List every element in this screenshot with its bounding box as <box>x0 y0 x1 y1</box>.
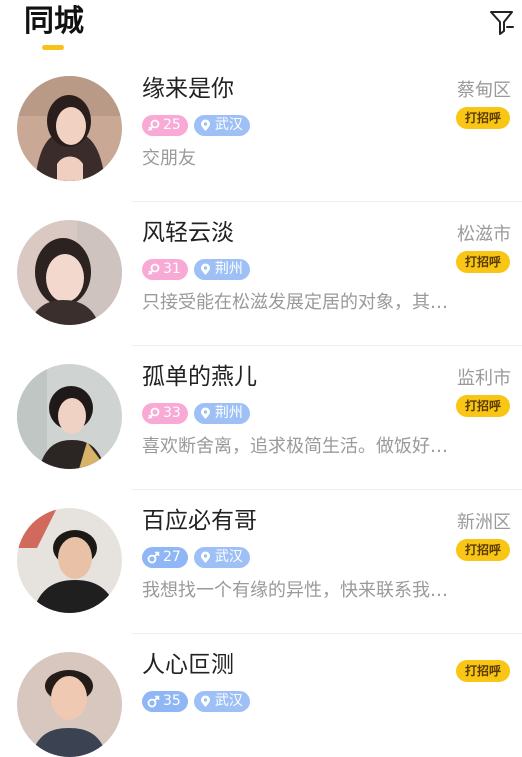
female-icon <box>147 407 160 420</box>
list-item[interactable]: 缘来是你 25 武汉 交朋友 蔡甸区 打招呼 <box>0 58 522 202</box>
male-icon <box>147 695 160 708</box>
avatar[interactable] <box>17 508 122 613</box>
location-badge: 荆州 <box>193 259 250 280</box>
female-icon <box>147 119 160 132</box>
greet-button[interactable]: 打招呼 <box>456 539 510 561</box>
age-badge: 35 <box>142 691 188 712</box>
male-icon <box>147 551 160 564</box>
location-badge: 武汉 <box>193 691 250 712</box>
location-badge: 荆州 <box>193 403 250 424</box>
user-name: 孤单的燕儿 <box>142 364 257 390</box>
avatar[interactable] <box>17 652 122 757</box>
city-value: 武汉 <box>214 693 243 709</box>
age-badge: 25 <box>142 115 188 136</box>
location-pin-icon <box>199 263 212 276</box>
city-value: 武汉 <box>214 549 243 565</box>
user-list: 缘来是你 25 武汉 交朋友 蔡甸区 打招呼 风轻云淡 31 荆州 只接受能在松… <box>0 58 522 757</box>
district-label: 蔡甸区 <box>457 80 511 101</box>
age-value: 27 <box>163 549 181 565</box>
city-value: 荆州 <box>214 405 243 421</box>
list-item[interactable]: 风轻云淡 31 荆州 只接受能在松滋发展定居的对象，其… 松滋市 打招呼 <box>0 202 522 346</box>
user-name: 缘来是你 <box>142 76 234 102</box>
user-bio: 交朋友 <box>142 148 196 169</box>
avatar[interactable] <box>17 76 122 181</box>
location-badge: 武汉 <box>193 547 250 568</box>
user-name: 百应必有哥 <box>142 508 257 534</box>
female-icon <box>147 263 160 276</box>
greet-button[interactable]: 打招呼 <box>456 660 510 682</box>
city-value: 武汉 <box>214 117 243 133</box>
location-pin-icon <box>199 695 212 708</box>
user-tags: 33 荆州 <box>142 403 250 425</box>
location-pin-icon <box>199 119 212 132</box>
active-tab-indicator <box>42 45 64 50</box>
age-badge: 31 <box>142 259 188 280</box>
app-header: 同城 <box>0 0 522 62</box>
district-label: 松滋市 <box>457 224 511 245</box>
age-value: 35 <box>163 693 181 709</box>
age-badge: 33 <box>142 403 188 424</box>
avatar[interactable] <box>17 220 122 325</box>
location-pin-icon <box>199 551 212 564</box>
age-value: 31 <box>163 261 181 277</box>
user-tags: 31 荆州 <box>142 259 250 281</box>
filter-button[interactable] <box>488 8 516 36</box>
city-value: 荆州 <box>214 261 243 277</box>
list-item[interactable]: 人心叵测 35 武汉 打招呼 <box>0 634 522 757</box>
greet-button[interactable]: 打招呼 <box>456 251 510 273</box>
location-pin-icon <box>199 407 212 420</box>
user-bio: 我想找一个有缘的异性，快来联系我… <box>142 580 448 601</box>
age-value: 33 <box>163 405 181 421</box>
user-bio: 只接受能在松滋发展定居的对象，其… <box>142 292 448 313</box>
location-badge: 武汉 <box>193 115 250 136</box>
list-item[interactable]: 孤单的燕儿 33 荆州 喜欢断舍离，追求极简生活。做饭好… 监利市 打招呼 <box>0 346 522 490</box>
greet-button[interactable]: 打招呼 <box>456 107 510 129</box>
user-bio: 喜欢断舍离，追求极简生活。做饭好… <box>142 436 448 457</box>
list-item[interactable]: 百应必有哥 27 武汉 我想找一个有缘的异性，快来联系我… 新洲区 打招呼 <box>0 490 522 634</box>
user-name: 风轻云淡 <box>142 220 234 246</box>
user-tags: 25 武汉 <box>142 115 250 137</box>
district-label: 新洲区 <box>457 512 511 533</box>
page-title: 同城 <box>24 4 84 39</box>
district-label: 监利市 <box>457 368 511 389</box>
avatar[interactable] <box>17 364 122 469</box>
age-value: 25 <box>163 117 181 133</box>
greet-button[interactable]: 打招呼 <box>456 395 510 417</box>
filter-icon <box>490 11 514 35</box>
age-badge: 27 <box>142 547 188 568</box>
user-name: 人心叵测 <box>142 652 234 678</box>
user-tags: 27 武汉 <box>142 547 250 569</box>
